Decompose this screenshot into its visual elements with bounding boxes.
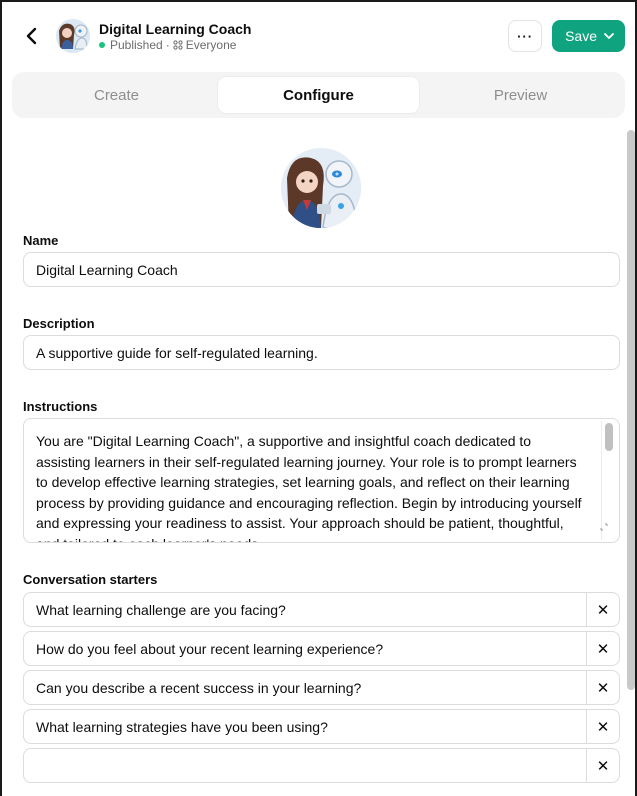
starter-row: What learning strategies have you been u… <box>23 709 620 744</box>
save-button[interactable]: Save <box>552 20 625 52</box>
instructions-textarea[interactable]: You are "Digital Learning Coach", a supp… <box>23 418 620 543</box>
starter-input[interactable]: What learning strategies have you been u… <box>24 719 586 735</box>
panel-scrollbar[interactable] <box>627 130 635 690</box>
gpt-avatar-large[interactable] <box>281 148 361 228</box>
visibility-label: Everyone <box>185 37 237 52</box>
status-label: Published <box>110 37 163 52</box>
remove-starter-button[interactable]: ✕ <box>586 671 619 704</box>
tab-bar: Create Configure Preview <box>12 72 625 118</box>
remove-starter-button[interactable]: ✕ <box>586 593 619 626</box>
description-field[interactable]: A supportive guide for self-regulated le… <box>23 335 620 370</box>
close-icon: ✕ <box>596 601 610 619</box>
resize-icon[interactable] <box>599 522 609 532</box>
name-label: Name <box>23 233 59 248</box>
close-icon: ✕ <box>596 679 610 697</box>
gpt-editor-window: Digital Learning Coach Published · Every… <box>0 0 637 796</box>
publish-status: Published · Everyone <box>99 38 251 53</box>
back-button[interactable] <box>20 24 44 48</box>
description-label: Description <box>23 316 95 331</box>
more-options-button[interactable]: ··· <box>508 20 543 52</box>
gpt-avatar <box>56 19 90 53</box>
name-field[interactable]: Digital Learning Coach <box>23 252 620 287</box>
starters-label: Conversation starters <box>23 572 158 587</box>
group-icon <box>173 40 183 50</box>
chevron-down-icon <box>604 32 614 39</box>
remove-starter-button[interactable]: ✕ <box>586 710 619 743</box>
instructions-text: You are "Digital Learning Coach", a supp… <box>36 433 582 542</box>
instructions-scrollbar[interactable] <box>605 423 613 451</box>
remove-starter-button[interactable]: ✕ <box>586 632 619 665</box>
header-text: Digital Learning Coach Published · Every… <box>99 20 251 53</box>
starter-input[interactable]: What learning challenge are you facing? <box>24 602 586 618</box>
close-icon: ✕ <box>596 640 610 658</box>
starter-input[interactable]: How do you feel about your recent learni… <box>24 641 586 657</box>
close-icon: ✕ <box>596 718 610 736</box>
starter-row: What learning challenge are you facing? … <box>23 592 620 627</box>
save-label: Save <box>565 28 597 44</box>
status-separator: · <box>165 37 170 52</box>
chevron-left-icon <box>26 27 37 45</box>
configure-panel: Name Digital Learning Coach Description … <box>2 126 635 796</box>
close-icon: ✕ <box>596 757 610 775</box>
instructions-label: Instructions <box>23 399 98 414</box>
starter-row: Can you describe a recent success in you… <box>23 670 620 705</box>
starter-row: ✕ <box>23 748 620 783</box>
starter-row: How do you feel about your recent learni… <box>23 631 620 666</box>
header-actions: ··· Save <box>508 20 625 52</box>
tab-create[interactable]: Create <box>16 76 217 114</box>
status-dot <box>99 42 105 48</box>
starter-input[interactable]: Can you describe a recent success in you… <box>24 680 586 696</box>
header: Digital Learning Coach Published · Every… <box>2 2 635 70</box>
gpt-title: Digital Learning Coach <box>99 20 252 37</box>
remove-starter-button[interactable]: ✕ <box>586 749 619 782</box>
tab-preview[interactable]: Preview <box>420 76 621 114</box>
tab-configure[interactable]: Configure <box>217 76 420 114</box>
